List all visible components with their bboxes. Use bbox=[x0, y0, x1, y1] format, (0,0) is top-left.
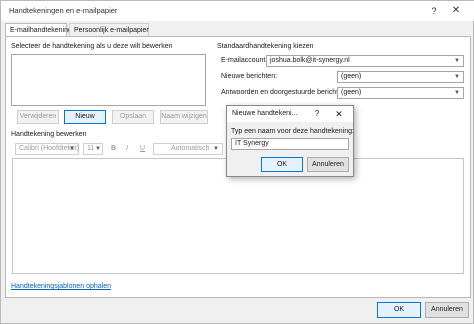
font-select[interactable]: Calibri (Hoofdtekst) ▼ bbox=[15, 143, 79, 155]
replies-label: Antwoorden en doorgestuurde berichten: bbox=[221, 89, 348, 96]
ok-button[interactable]: OK bbox=[377, 302, 421, 318]
chevron-down-icon: ▼ bbox=[454, 58, 460, 64]
bold-button[interactable]: B bbox=[111, 145, 116, 152]
chevron-down-icon: ▼ bbox=[69, 146, 75, 152]
italic-button[interactable]: I bbox=[126, 145, 128, 152]
color-value: Automatisch bbox=[171, 145, 210, 152]
underline-button[interactable]: U bbox=[140, 145, 145, 152]
help-icon[interactable]: ? bbox=[427, 4, 441, 18]
rename-button[interactable]: Naam wijzigen bbox=[160, 110, 208, 124]
replies-select[interactable]: (geen) ▼ bbox=[337, 87, 464, 99]
replies-value: (geen) bbox=[341, 89, 362, 96]
cancel-button[interactable]: Annuleren bbox=[425, 302, 469, 318]
new-button[interactable]: Nieuw bbox=[64, 110, 106, 124]
close-icon[interactable]: ✕ bbox=[449, 4, 463, 18]
new-signature-dialog: Nieuwe handtekeni... ? ✕ Typ een naam vo… bbox=[226, 105, 354, 177]
close-icon[interactable]: ✕ bbox=[333, 108, 345, 120]
templates-link[interactable]: Handtekeningsjablonen ophalen bbox=[11, 283, 111, 290]
help-icon[interactable]: ? bbox=[311, 108, 323, 120]
email-account-value: joshua.bolk@it-synergy.nl bbox=[270, 57, 350, 64]
dialog-ok-button[interactable]: OK bbox=[261, 157, 303, 172]
window-title: Handtekeningen en e-mailpapier bbox=[9, 6, 118, 15]
save-button[interactable]: Opslaan bbox=[112, 110, 154, 124]
font-size-select[interactable]: 11 ▼ bbox=[83, 143, 103, 155]
chevron-down-icon: ▼ bbox=[95, 146, 101, 152]
dialog-cancel-button[interactable]: Annuleren bbox=[307, 157, 349, 172]
dialog-title-bar: Nieuwe handtekeni... ? ✕ bbox=[227, 106, 353, 122]
chevron-down-icon: ▼ bbox=[454, 90, 460, 96]
remove-button[interactable]: Verwijderen bbox=[17, 110, 59, 124]
title-bar: Handtekeningen en e-mailpapier ? ✕ bbox=[1, 1, 474, 21]
dialog-title: Nieuwe handtekeni... bbox=[232, 110, 298, 117]
signatures-window: Handtekeningen en e-mailpapier ? ✕ E-mai… bbox=[0, 0, 474, 324]
new-messages-label: Nieuwe berichten: bbox=[221, 73, 278, 80]
tab-email-signature[interactable]: E-mailhandtekening bbox=[5, 23, 72, 37]
signature-name-input[interactable]: IT Synergy bbox=[231, 138, 349, 150]
color-select[interactable]: Automatisch ▼ bbox=[153, 143, 223, 155]
email-account-label: E-mailaccount: bbox=[221, 57, 268, 64]
font-size-value: 11 bbox=[87, 145, 95, 152]
email-account-select[interactable]: joshua.bolk@it-synergy.nl ▼ bbox=[266, 55, 464, 67]
chevron-down-icon: ▼ bbox=[454, 74, 460, 80]
edit-signature-label: Handtekening bewerken bbox=[11, 131, 87, 138]
tab-personal-stationery[interactable]: Persoonlijk e-mailpapier bbox=[69, 23, 149, 37]
new-messages-value: (geen) bbox=[341, 73, 362, 80]
default-signature-label: Standaardhandtekening kiezen bbox=[217, 43, 314, 50]
select-signature-label: Selecteer de handtekening als u deze wil… bbox=[11, 43, 173, 50]
chevron-down-icon: ▼ bbox=[213, 146, 219, 152]
dialog-prompt: Typ een naam voor deze handtekening: bbox=[231, 128, 354, 135]
new-messages-select[interactable]: (geen) ▼ bbox=[337, 71, 464, 83]
signature-list[interactable] bbox=[11, 54, 206, 106]
